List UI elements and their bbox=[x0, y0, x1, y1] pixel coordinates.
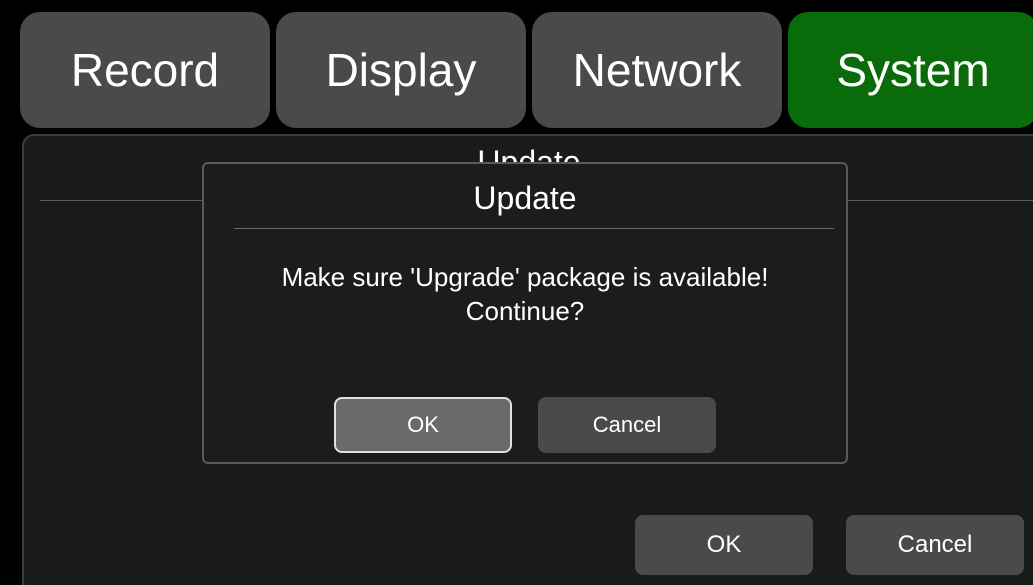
panel-cancel-button[interactable]: Cancel bbox=[846, 515, 1024, 575]
dialog-ok-button[interactable]: OK bbox=[334, 397, 512, 453]
update-confirm-dialog: Update Make sure 'Upgrade' package is av… bbox=[202, 162, 848, 464]
dialog-message: Make sure 'Upgrade' package is available… bbox=[204, 260, 846, 328]
panel-ok-button[interactable]: OK bbox=[635, 515, 813, 575]
tab-display[interactable]: Display bbox=[276, 12, 526, 128]
dialog-message-line-1: Make sure 'Upgrade' package is available… bbox=[281, 262, 769, 292]
device-screen: Record Display Network System Update OK … bbox=[0, 0, 1033, 585]
tab-record[interactable]: Record bbox=[20, 12, 270, 128]
dialog-title: Update bbox=[473, 180, 577, 216]
dialog-cancel-button[interactable]: Cancel bbox=[538, 397, 716, 453]
tab-network[interactable]: Network bbox=[532, 12, 782, 128]
dialog-message-line-2: Continue? bbox=[465, 296, 585, 326]
tab-system[interactable]: System bbox=[788, 12, 1033, 128]
dialog-divider bbox=[234, 228, 834, 229]
